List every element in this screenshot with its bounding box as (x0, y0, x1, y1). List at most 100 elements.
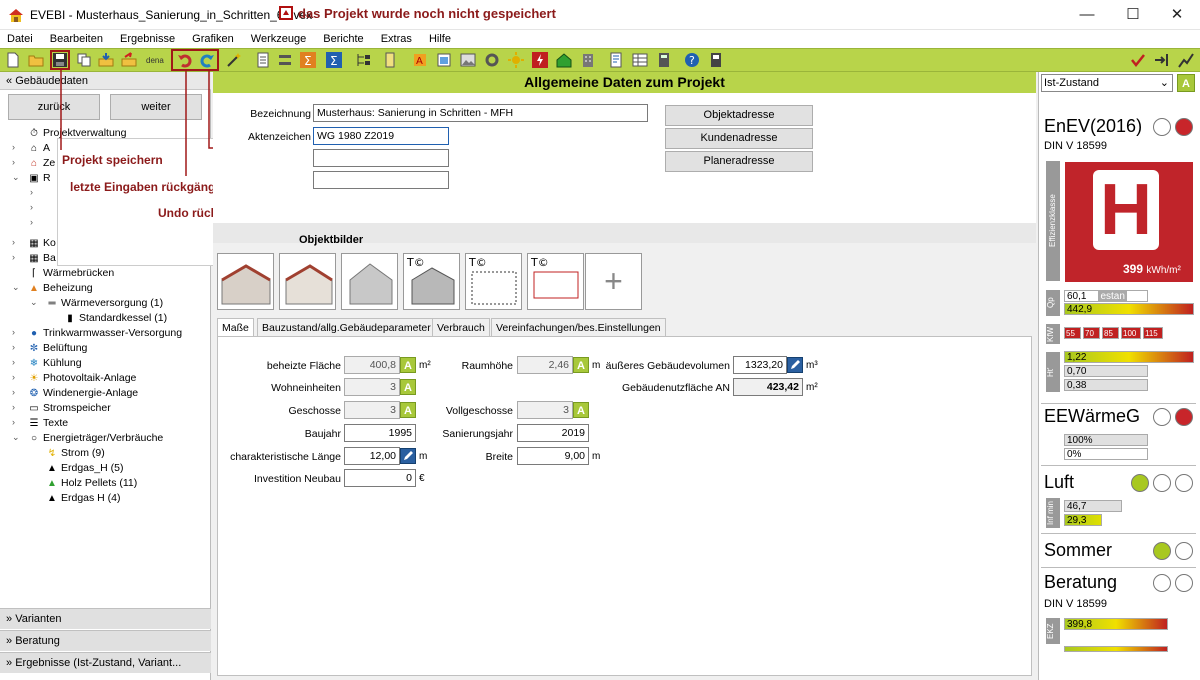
edit-pencil-icon[interactable] (787, 357, 803, 373)
tree-item-ba[interactable]: ▦ Ba (28, 251, 56, 266)
expander-icon[interactable]: › (12, 237, 21, 247)
auto-a-icon[interactable]: A (1177, 74, 1195, 92)
expander-icon[interactable]: ⌄ (12, 432, 21, 443)
save-icon[interactable] (50, 50, 70, 70)
tree-item-a[interactable]: ⌂ A (28, 141, 50, 156)
table-icon[interactable] (632, 52, 648, 68)
wand-icon[interactable] (226, 52, 242, 68)
planeradresse-button[interactable]: Planeradresse (665, 151, 813, 172)
info-icon[interactable] (708, 52, 724, 68)
forward-button[interactable]: weiter (110, 94, 202, 120)
arrow-exit-icon[interactable] (1154, 52, 1170, 68)
expander-icon[interactable]: › (12, 357, 21, 367)
wohneinheiten-input[interactable]: 3 (344, 378, 400, 396)
menu-berichte[interactable]: Berichte (323, 30, 363, 48)
calculator-icon[interactable] (656, 52, 672, 68)
check-icon[interactable] (1130, 52, 1146, 68)
tree-item-erdgas-h-4[interactable]: ▲ Erdgas H (4) (46, 491, 120, 506)
expander-icon[interactable]: › (12, 142, 21, 152)
baujahr-input[interactable]: 1995 (344, 424, 416, 442)
volumen-input[interactable]: 1323,20 (733, 356, 787, 374)
tree-item-kuehlung[interactable]: ❄ Kühlung (28, 356, 82, 371)
tab-bauzustand[interactable]: Bauzustand/allg.Gebäudeparameter (257, 318, 436, 336)
tree-item-beheizung[interactable]: ▲ Beheizung (28, 281, 93, 296)
menu-datei[interactable]: Datei (7, 30, 33, 48)
export-icon[interactable] (121, 52, 137, 68)
expander-icon[interactable]: › (12, 402, 21, 412)
add-picture-button[interactable]: + (585, 253, 642, 310)
tab-verbrauch[interactable]: Verbrauch (432, 318, 490, 336)
graph-icon[interactable] (1178, 52, 1194, 68)
tree-item-belueftung[interactable]: ✼ Belüftung (28, 341, 88, 356)
image-icon[interactable] (460, 52, 476, 68)
expander-icon[interactable]: › (12, 342, 21, 352)
beratung-section[interactable]: » Beratung (0, 630, 211, 651)
gear-icon[interactable] (484, 52, 500, 68)
aktenzeichen-input[interactable]: WG 1980 Z2019 (313, 127, 449, 145)
state-select[interactable]: Ist-Zustand ⌄ (1041, 74, 1173, 92)
field-input-4[interactable] (313, 171, 449, 189)
close-icon[interactable]: ✕ (1154, 0, 1200, 30)
expander-icon[interactable]: › (12, 252, 21, 262)
expander-icon[interactable]: ⌄ (12, 282, 21, 293)
auto-a-icon[interactable]: A (573, 402, 589, 418)
char-laenge-input[interactable]: 12,00 (344, 447, 400, 465)
tree-item-ko[interactable]: ▦ Ko (28, 236, 56, 251)
building-photo-1[interactable] (217, 253, 274, 310)
power-icon[interactable] (532, 52, 548, 68)
copy-icon[interactable] (76, 52, 92, 68)
geschosse-input[interactable]: 3 (344, 401, 400, 419)
report-icon[interactable] (255, 52, 271, 68)
tree-structure-icon[interactable] (356, 52, 372, 68)
expander-icon[interactable]: › (12, 157, 21, 167)
import-icon[interactable] (98, 52, 114, 68)
building-plan-1[interactable]: T© (403, 253, 460, 310)
tree-item-ze[interactable]: ⌂ Ze (28, 156, 55, 171)
building-icon[interactable] (580, 52, 596, 68)
field-input-3[interactable] (313, 149, 449, 167)
expander-icon[interactable]: ⌄ (30, 297, 39, 308)
menu-bearbeiten[interactable]: Bearbeiten (50, 30, 103, 48)
expander-icon[interactable]: ⌄ (12, 172, 21, 183)
ergebnisse-section[interactable]: » Ergebnisse (Ist-Zustand, Variant... (0, 652, 211, 673)
menu-grafiken[interactable]: Grafiken (192, 30, 234, 48)
sun-icon[interactable] (508, 52, 524, 68)
a-doc-icon[interactable]: A (412, 52, 428, 68)
tree-item-holz-pellets[interactable]: ▲ Holz Pellets (11) (46, 476, 137, 491)
edit-pencil-icon[interactable] (400, 448, 416, 464)
building-plan-2[interactable]: T© (465, 253, 522, 310)
layers-icon[interactable] (277, 52, 293, 68)
redo-icon[interactable] (199, 52, 215, 68)
dena-icon[interactable]: dena (146, 56, 164, 65)
tree-item-waermeversorgung[interactable]: ═ Wärmeversorgung (1) (46, 296, 163, 311)
open-folder-icon[interactable] (28, 52, 44, 68)
menu-hilfe[interactable]: Hilfe (429, 30, 451, 48)
tree-item-energietraeger[interactable]: ○ Energieträger/Verbräuche (28, 431, 163, 446)
tree-item-photovoltaik[interactable]: ☀ Photovoltaik-Anlage (28, 371, 137, 386)
tree-item-stromspeicher[interactable]: ▭ Stromspeicher (28, 401, 110, 416)
expander-icon[interactable]: › (12, 417, 21, 427)
tree-item-texte[interactable]: ☰ Texte (28, 416, 69, 431)
objektadresse-button[interactable]: Objektadresse (665, 105, 813, 126)
maximize-icon[interactable]: ☐ (1110, 0, 1156, 30)
tree-item-standardkessel[interactable]: ▮ Standardkessel (1) (64, 311, 167, 326)
menu-ergebnisse[interactable]: Ergebnisse (120, 30, 175, 48)
building-photo-2[interactable] (279, 253, 336, 310)
tree-item-trinkwarmwasser[interactable]: ● Trinkwarmwasser-Versorgung (28, 326, 182, 341)
kundenadresse-button[interactable]: Kundenadresse (665, 128, 813, 149)
beheizte-flaeche-input[interactable]: 400,8 (344, 356, 400, 374)
sum-icon[interactable]: Σ (300, 52, 316, 68)
menu-werkzeuge[interactable]: Werkzeuge (251, 30, 306, 48)
auto-a-icon[interactable]: A (400, 402, 416, 418)
window-icon[interactable] (436, 52, 452, 68)
investition-input[interactable]: 0 (344, 469, 416, 487)
auto-a-icon[interactable]: A (573, 357, 589, 373)
document-icon[interactable] (608, 52, 624, 68)
tree-item-r[interactable]: ▣ R (28, 171, 50, 186)
expander-icon[interactable]: › (12, 372, 21, 382)
raumhoehe-input[interactable]: 2,46 (517, 356, 573, 374)
tree-item-windenergie[interactable]: ❂ Windenergie-Anlage (28, 386, 138, 401)
vollgeschosse-input[interactable]: 3 (517, 401, 573, 419)
new-file-icon[interactable] (5, 52, 21, 68)
expander-icon[interactable]: › (12, 387, 21, 397)
